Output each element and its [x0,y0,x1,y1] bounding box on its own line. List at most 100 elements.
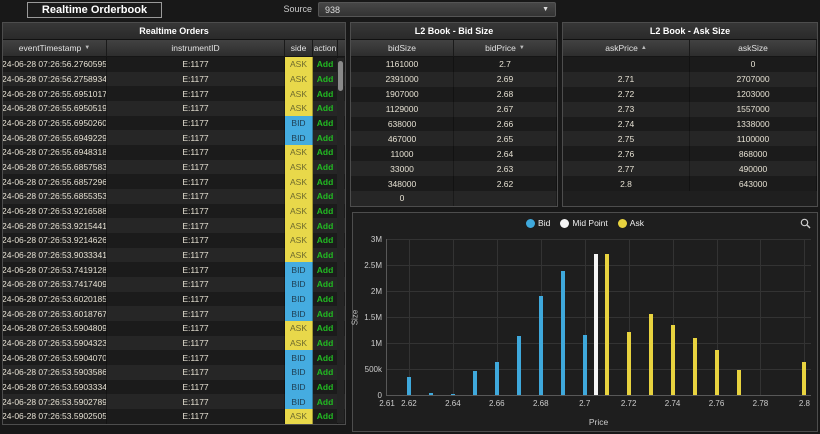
orders-scrollbar[interactable] [337,58,344,423]
cell-eventTimestamp: 2024-06-28 07:26:55.695026028 [3,115,107,131]
table-row[interactable]: 1129000 2.67 [351,101,557,117]
cell-instrumentID: E:1177 [107,350,285,366]
bar-ask[interactable] [604,254,609,395]
x-tick-label: 2.66 [489,399,505,408]
gridline [387,317,811,318]
cell-askSize: 0 [690,57,817,72]
table-row[interactable]: 2024-06-28 07:26:55.685535323E:1177ASKAd… [3,189,345,204]
cell-eventTimestamp: 2024-06-28 07:26:55.694831829 [3,145,107,160]
table-row[interactable]: 2024-06-28 07:26:53.601876758E:1177BIDAd… [3,306,345,322]
cell-instrumentID: E:1177 [107,218,285,234]
bar-ask[interactable] [692,337,697,395]
table-row[interactable]: 2024-06-28 07:26:53.590278975E:1177BIDAd… [3,394,345,410]
x-tick-label: 2.8 [798,399,810,408]
zoom-search-icon[interactable] [800,218,811,229]
table-row[interactable]: 2.73 1557000 [563,101,817,117]
table-row[interactable]: 2024-06-28 07:26:55.695101727E:1177ASKAd… [3,86,345,102]
table-row[interactable]: 1161000 2.7 [351,57,557,72]
table-row[interactable]: 2.8 643000 [563,176,817,192]
table-row[interactable]: 2.76 868000 [563,146,817,162]
column-header-instrumentID[interactable]: instrumentID [107,40,285,56]
table-row[interactable]: 2024-06-28 07:26:53.590432373E:1177ASKAd… [3,335,345,351]
cell-instrumentID: E:1177 [107,57,285,72]
bar-bid[interactable] [428,393,433,395]
orders-scrollbar-thumb[interactable] [338,61,343,91]
table-row[interactable]: 2024-06-28 07:26:53.590250575E:1177ASKAd… [3,409,345,424]
page-title: Realtime Orderbook [27,2,162,18]
table-row[interactable]: 2024-06-28 07:26:53.741912851E:1177BIDAd… [3,262,345,278]
table-row[interactable]: 2.74 1338000 [563,116,817,132]
table-row[interactable]: 2.75 1100000 [563,131,817,147]
cell-action: Add [313,101,338,116]
table-row[interactable]: 2024-06-28 07:26:56.275893491E:1177ASKAd… [3,71,345,87]
bar-bid[interactable] [560,270,565,395]
bar-bid[interactable] [538,295,543,395]
table-row[interactable]: 2024-06-28 07:26:55.685758321E:1177ASKAd… [3,159,345,175]
bar-mid-point[interactable] [593,254,598,395]
cell-eventTimestamp: 2024-06-28 07:26:53.590250575 [3,409,107,424]
bar-ask[interactable] [714,349,719,395]
y-tick-label: 1M [370,339,382,348]
legend-item-mid-point[interactable]: Mid Point [560,218,608,228]
cell-action: Add [313,115,338,131]
gridline [387,369,811,370]
cell-eventTimestamp: 2024-06-28 07:26:55.695051927 [3,101,107,116]
legend-marker-icon [526,218,536,228]
table-row[interactable]: 33000 2.63 [351,161,557,177]
table-row[interactable]: 2024-06-28 07:26:53.921462647E:1177ASKAd… [3,233,345,248]
cell-side: ASK [285,159,313,175]
bar-bid[interactable] [494,361,499,395]
table-row[interactable]: 2024-06-28 07:26:53.921544146E:1177ASKAd… [3,218,345,234]
table-row[interactable]: 2024-06-28 07:26:53.741740953E:1177BIDAd… [3,277,345,292]
gridline [387,291,811,292]
table-row[interactable]: 2024-06-28 07:26:53.903334129E:1177ASKAd… [3,247,345,263]
table-row[interactable]: 11000 2.64 [351,146,557,162]
source-dropdown[interactable]: 938 ▼ [318,2,556,17]
bar-ask[interactable] [648,314,653,395]
column-header-askSize[interactable]: askSize [690,40,817,56]
bar-bid[interactable] [406,376,411,395]
table-row[interactable]: 2024-06-28 07:26:55.694922929E:1177BIDAd… [3,130,345,146]
table-row[interactable]: 2024-06-28 07:26:53.590480973E:1177ASKAd… [3,321,345,336]
table-row[interactable]: 0 [563,57,817,72]
source-label: Source [283,4,312,14]
table-row[interactable]: 2.71 2707000 [563,71,817,87]
table-row[interactable]: 2391000 2.69 [351,71,557,87]
cell-instrumentID: E:1177 [107,335,285,351]
legend-item-ask[interactable]: Ask [617,218,644,228]
table-row[interactable]: 638000 2.66 [351,116,557,132]
bar-bid[interactable] [450,394,455,395]
bar-bid[interactable] [582,334,587,395]
table-row[interactable]: 2024-06-28 07:26:56.276059590E:1177ASKAd… [3,57,345,72]
table-row[interactable]: 2024-06-28 07:26:53.602018557E:1177BIDAd… [3,291,345,307]
table-row[interactable]: 2024-06-28 07:26:55.685729621E:1177ASKAd… [3,174,345,190]
cell-side: BID [285,350,313,366]
bar-bid[interactable] [516,336,521,395]
bar-ask[interactable] [736,369,741,395]
column-header-eventTimestamp[interactable]: eventTimestamp ▼ [3,40,107,56]
bar-ask[interactable] [670,325,675,395]
column-header-action[interactable]: action [313,40,338,56]
table-row[interactable]: 2.72 1203000 [563,86,817,102]
table-row[interactable]: 2024-06-28 07:26:53.590407073E:1177BIDAd… [3,350,345,366]
bar-ask[interactable] [626,332,631,395]
table-row[interactable]: 348000 2.62 [351,176,557,192]
table-row[interactable]: 0 [351,191,557,206]
table-row[interactable]: 2024-06-28 07:26:53.590333474E:1177BIDAd… [3,379,345,395]
bar-bid[interactable] [472,370,477,395]
table-row[interactable]: 2.77 490000 [563,161,817,177]
table-row[interactable]: 2024-06-28 07:26:55.694831829E:1177ASKAd… [3,145,345,160]
column-header-bidSize[interactable]: bidSize [351,40,454,56]
column-header-askPrice[interactable]: askPrice ▲ [563,40,690,56]
sort-desc-icon: ▼ [518,45,525,51]
legend-item-bid[interactable]: Bid [526,218,550,228]
bar-ask[interactable] [802,361,807,395]
table-row[interactable]: 2024-06-28 07:26:53.590358674E:1177BIDAd… [3,365,345,380]
table-row[interactable]: 467000 2.65 [351,131,557,147]
table-row[interactable]: 2024-06-28 07:26:55.695026028E:1177BIDAd… [3,115,345,131]
table-row[interactable]: 2024-06-28 07:26:53.921658845E:1177ASKAd… [3,203,345,219]
column-header-bidPrice[interactable]: bidPrice ▼ [454,40,557,56]
table-row[interactable]: 1907000 2.68 [351,86,557,102]
table-row[interactable]: 2024-06-28 07:26:55.695051927E:1177ASKAd… [3,101,345,116]
column-header-side[interactable]: side [285,40,313,56]
